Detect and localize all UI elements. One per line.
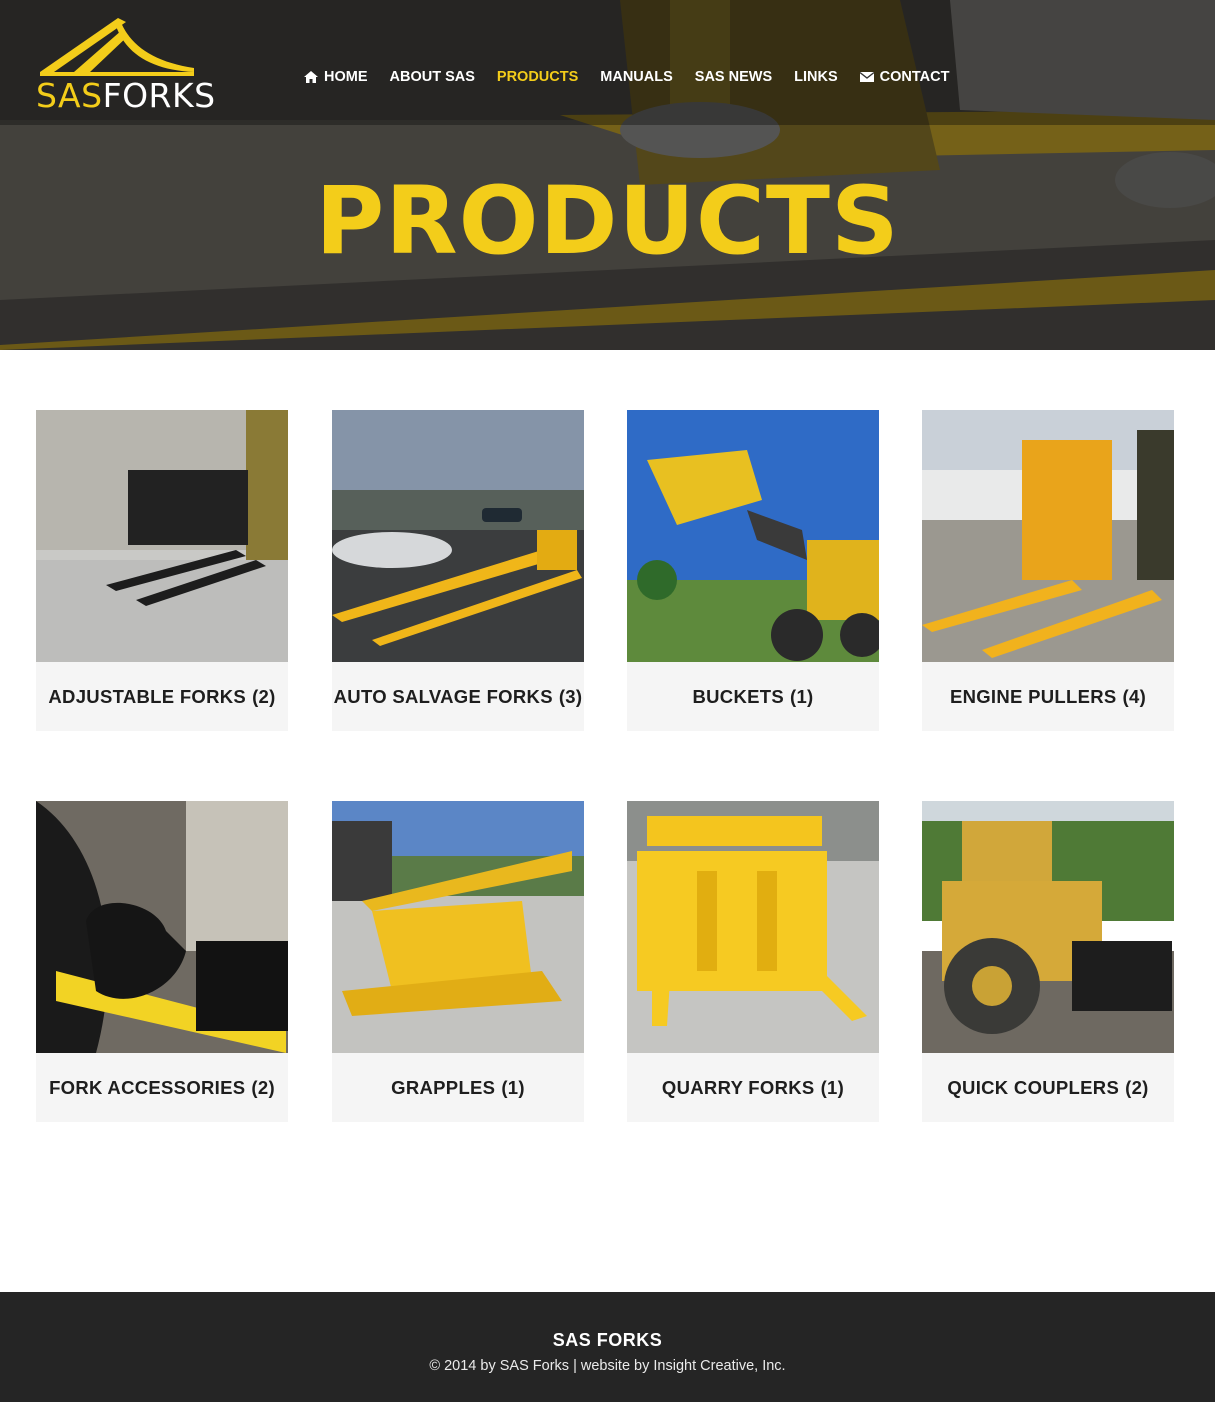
main-nav: HOME ABOUT SAS PRODUCTS MANUALS SAS NEWS… [304, 69, 949, 85]
product-card-grapples[interactable]: GRAPPLES (1) [332, 801, 584, 1122]
product-name: AUTO SALVAGE FORKS [333, 685, 553, 707]
product-caption: ADJUSTABLE FORKS (2) [36, 662, 288, 731]
envelope-icon [859, 71, 874, 82]
nav-home[interactable]: HOME [304, 69, 368, 85]
nav-about-label: ABOUT SAS [389, 69, 475, 85]
product-image [36, 801, 288, 1053]
product-image [627, 410, 879, 662]
logo-mark-icon [40, 18, 194, 76]
product-count: (1) [820, 1076, 845, 1098]
nav-products-label: PRODUCTS [496, 69, 579, 85]
product-caption: QUARRY FORKS (1) [627, 1053, 879, 1122]
home-icon [304, 71, 318, 83]
nav-contact-label: CONTACT [879, 69, 950, 85]
product-count: (4) [1122, 685, 1147, 707]
nav-news-label: SAS NEWS [694, 69, 773, 85]
product-card-auto-salvage-forks[interactable]: AUTO SALVAGE FORKS (3) [332, 410, 584, 731]
product-card-quick-couplers[interactable]: QUICK COUPLERS (2) [922, 801, 1174, 1122]
product-count: (2) [1125, 1076, 1149, 1098]
product-image [922, 410, 1174, 662]
product-name: ENGINE PULLERS [949, 685, 1117, 707]
product-name: ADJUSTABLE FORKS [48, 685, 247, 707]
nav-links[interactable]: LINKS [794, 69, 838, 85]
product-caption: FORK ACCESSORIES (2) [36, 1053, 288, 1122]
product-count: (3) [558, 685, 583, 707]
product-image [922, 801, 1174, 1053]
product-caption: BUCKETS (1) [627, 662, 879, 731]
product-caption: ENGINE PULLERS (4) [922, 662, 1174, 731]
product-card-quarry-forks[interactable]: QUARRY FORKS (1) [627, 801, 879, 1122]
product-image [332, 410, 584, 662]
product-name: QUICK COUPLERS [947, 1076, 1120, 1098]
product-name: FORK ACCESSORIES [49, 1076, 246, 1098]
product-count: (1) [501, 1076, 525, 1098]
product-count: (2) [252, 685, 276, 707]
product-image [332, 801, 584, 1053]
product-name: BUCKETS [692, 685, 784, 707]
product-card-engine-pullers[interactable]: ENGINE PULLERS (4) [922, 410, 1174, 731]
nav-sas-news[interactable]: SAS NEWS [695, 69, 772, 85]
product-image [36, 410, 288, 662]
product-caption: QUICK COUPLERS (2) [922, 1053, 1174, 1122]
footer-title: SAS FORKS [552, 1330, 663, 1350]
product-caption: GRAPPLES (1) [332, 1053, 584, 1122]
footer-copyright: © 2014 by SAS Forks | website by Insight… [429, 1358, 786, 1374]
page-title: PRODUCTS [315, 167, 900, 276]
nav-contact[interactable]: CONTACT [859, 69, 950, 85]
hero-banner: SASFORKS HOME ABOUT SAS PRODUCTS MANUALS… [0, 0, 1215, 350]
site-footer: SAS FORKS © 2014 by SAS Forks | website … [0, 1292, 1215, 1402]
nav-about-sas[interactable]: ABOUT SAS [390, 69, 475, 85]
sasforks-logo[interactable]: SASFORKS [34, 16, 215, 114]
product-card-buckets[interactable]: BUCKETS (1) [627, 410, 879, 731]
nav-manuals[interactable]: MANUALS [600, 69, 673, 85]
product-caption: AUTO SALVAGE FORKS (3) [332, 662, 584, 731]
product-card-adjustable-forks[interactable]: ADJUSTABLE FORKS (2) [36, 410, 288, 731]
product-image [627, 801, 879, 1053]
product-name: QUARRY FORKS [661, 1076, 815, 1098]
nav-manuals-label: MANUALS [600, 69, 673, 85]
product-card-fork-accessories[interactable]: FORK ACCESSORIES (2) [36, 801, 288, 1122]
product-count: (2) [251, 1076, 275, 1098]
product-name: GRAPPLES [391, 1076, 496, 1098]
nav-links-label: LINKS [794, 69, 838, 85]
product-count: (1) [790, 685, 814, 707]
nav-products[interactable]: PRODUCTS [497, 69, 578, 85]
nav-home-label: HOME [324, 69, 368, 85]
logo-wordmark: SASFORKS [36, 76, 216, 115]
